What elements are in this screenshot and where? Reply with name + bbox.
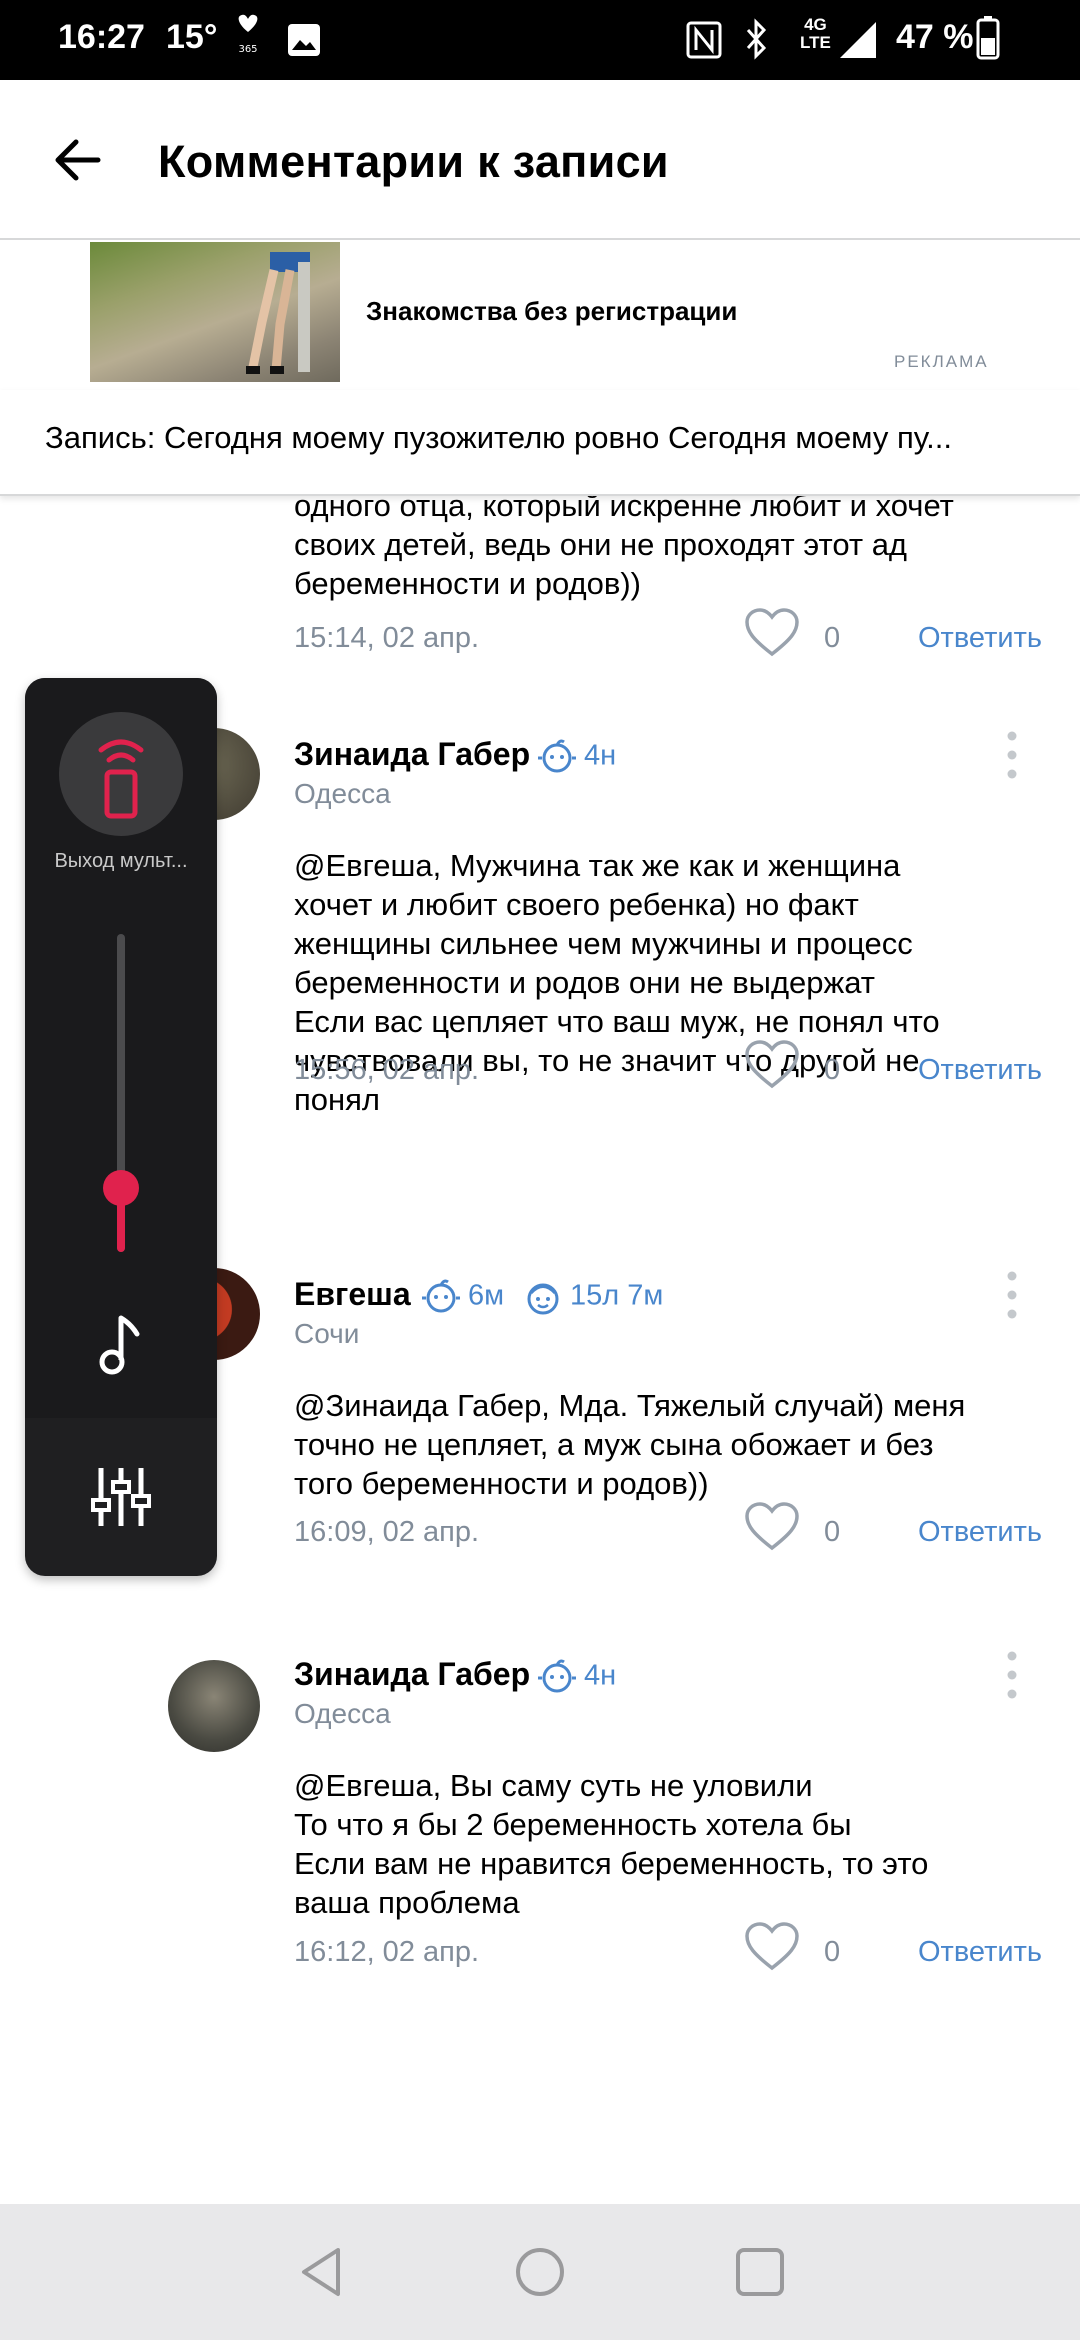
avatar[interactable]: [168, 1660, 260, 1752]
ad-label: РЕКЛАМА: [894, 352, 989, 371]
baby-icon: [538, 1659, 576, 1693]
health-365-icon: 365: [238, 14, 258, 55]
baby-icon: [538, 739, 576, 773]
record-bar[interactable]: Запись: Сегодня моему пузожителю ровно С…: [0, 390, 1080, 496]
back-arrow-icon[interactable]: [50, 132, 106, 188]
nav-back-icon[interactable]: [294, 2244, 350, 2300]
gallery-icon: [288, 24, 320, 56]
child-badge: 15л 7м: [522, 1276, 663, 1318]
nav-home-icon[interactable]: [512, 2244, 568, 2300]
volume-panel: Выход мульт...: [25, 678, 217, 1576]
status-temperature: 15°: [166, 18, 218, 56]
reply-button[interactable]: Ответить: [918, 1054, 1042, 1087]
heart-icon[interactable]: [744, 1040, 800, 1090]
heart-icon[interactable]: [744, 1922, 800, 1972]
network-type: 4G LTE: [800, 15, 831, 52]
comment-text: одного отца, который искренне любит и хо…: [294, 496, 954, 601]
ad-image[interactable]: [90, 242, 340, 382]
badge-text: 4н: [584, 1659, 617, 1692]
equalizer-icon[interactable]: [91, 1464, 151, 1530]
comment-date: 16:09, 02 апр.: [294, 1516, 480, 1548]
author-name[interactable]: Зинаида Габер: [294, 736, 530, 773]
output-device-button[interactable]: [59, 712, 183, 836]
like-count: 0: [824, 1054, 841, 1086]
bluetooth-icon: [746, 18, 767, 60]
battery-percent: 47 %: [896, 18, 974, 56]
reply-button[interactable]: Ответить: [918, 622, 1042, 655]
author-city: Сочи: [294, 1318, 360, 1349]
status-bar: 16:27 15° 365 4G LTE 47 %: [0, 0, 1080, 80]
badge-text: 6м: [468, 1279, 505, 1312]
more-vertical-icon[interactable]: [1004, 1650, 1020, 1700]
battery-icon: [976, 16, 1000, 60]
system-nav-bar: [0, 2204, 1080, 2340]
output-device-label: Выход мульт...: [54, 850, 188, 872]
heart-icon[interactable]: [744, 608, 800, 658]
reply-button[interactable]: Ответить: [918, 1936, 1042, 1969]
like-count: 0: [824, 1516, 841, 1548]
status-time: 16:27: [58, 18, 145, 56]
ad-photo: [246, 252, 310, 374]
comment-text: @Зинаида Габер, Мда. Тяжелый случай) мен…: [294, 1388, 966, 1501]
nfc-icon: [686, 21, 722, 59]
badge-text: 15л 7м: [570, 1279, 664, 1312]
like-count: 0: [824, 622, 841, 654]
ad-title[interactable]: Знакомства без регистрации: [366, 296, 737, 327]
comment-date: 16:12, 02 апр.: [294, 1936, 480, 1968]
ad-banner[interactable]: Знакомства без регистрации РЕКЛАМА: [0, 240, 1080, 390]
app-header: Комментарии к записи: [0, 80, 1080, 240]
like-count: 0: [824, 1936, 841, 1968]
author-city: Одесса: [294, 1698, 391, 1729]
record-title[interactable]: Запись: Сегодня моему пузожителю ровно С…: [45, 420, 952, 456]
more-vertical-icon[interactable]: [1004, 1270, 1020, 1320]
nav-recents-icon[interactable]: [732, 2244, 788, 2300]
author-name[interactable]: Евгеша: [294, 1276, 411, 1313]
baby-badge: 4н: [536, 1656, 616, 1698]
comment-item: одного отца, который искренне любит и хо…: [0, 496, 1080, 657]
baby-badge: 4н: [536, 736, 616, 778]
baby-icon: [422, 1279, 460, 1313]
more-vertical-icon[interactable]: [1004, 730, 1020, 780]
comment-date: 15:14, 02 апр.: [294, 622, 480, 654]
volume-slider-knob[interactable]: [103, 1170, 139, 1206]
child-icon: [527, 1283, 559, 1315]
signal-icon: [840, 22, 876, 58]
comment-date: 15:56, 02 апр.: [294, 1054, 480, 1086]
baby-badge: 6м: [420, 1276, 504, 1318]
badge-text: 4н: [584, 739, 617, 772]
comment-item: Зинаида Габер 4н Одесса @Евгеша, Вы саму…: [0, 1640, 1080, 2060]
heart-icon[interactable]: [744, 1502, 800, 1552]
comment-text: @Евгеша, Вы саму суть не уловили То что …: [294, 1768, 929, 1920]
author-city: Одесса: [294, 778, 391, 809]
music-note-icon[interactable]: [95, 1310, 147, 1376]
author-name[interactable]: Зинаида Габер: [294, 1656, 530, 1693]
reply-button[interactable]: Ответить: [918, 1516, 1042, 1549]
cast-device-icon: [98, 739, 144, 819]
svg-text:365: 365: [238, 44, 257, 55]
page-title: Комментарии к записи: [158, 136, 669, 187]
